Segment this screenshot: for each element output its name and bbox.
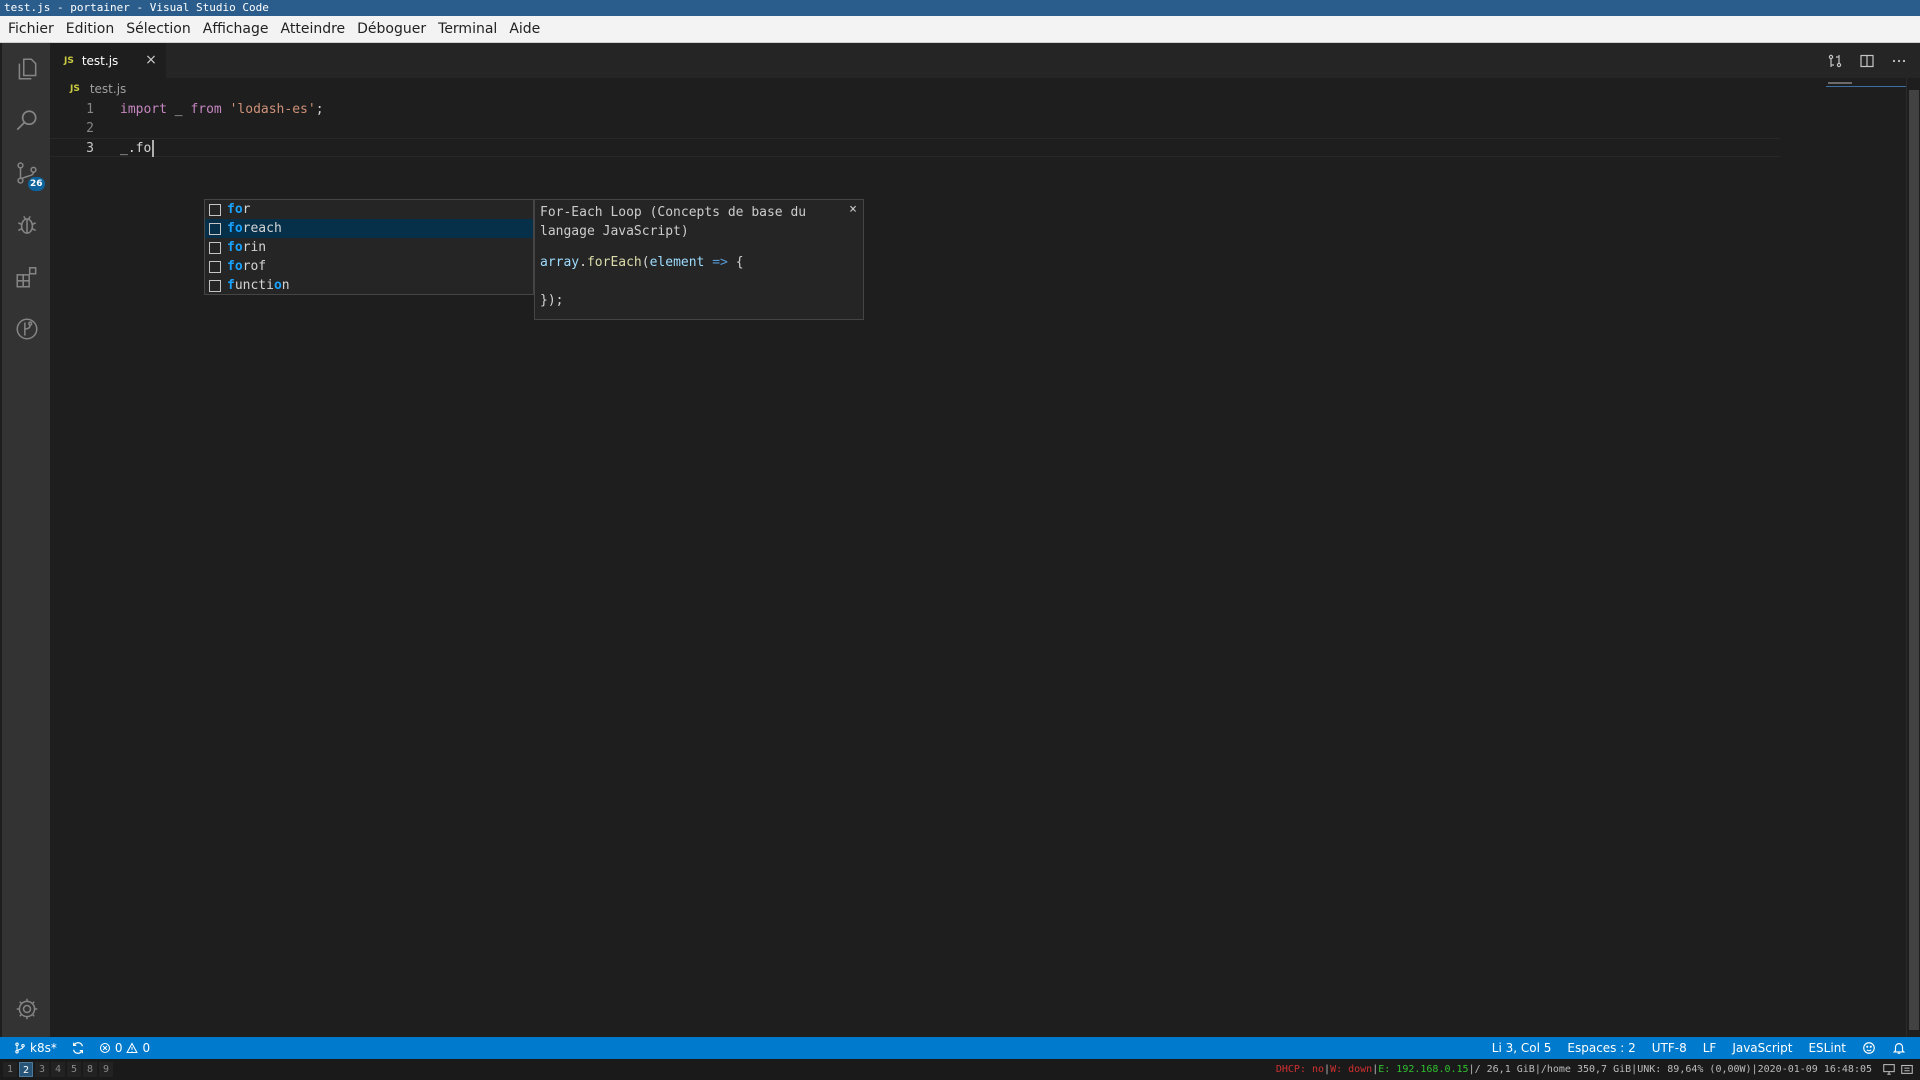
line-number: 3 bbox=[86, 141, 94, 156]
scm-badge: 26 bbox=[28, 177, 45, 191]
menu-deboguer[interactable]: Déboguer bbox=[351, 16, 432, 43]
branch-icon bbox=[15, 1042, 25, 1054]
sync-icon[interactable] bbox=[71, 1041, 85, 1055]
workspace-8[interactable]: 8 bbox=[83, 1062, 97, 1077]
feedback-icon[interactable] bbox=[1862, 1041, 1876, 1055]
indentation[interactable]: Espaces : 2 bbox=[1567, 1041, 1635, 1055]
suggest-widget: fo r fo reach fo rin fo rof f uncti o n bbox=[204, 199, 534, 295]
suggest-details: × For-Each Loop (Concepts de base du lan… bbox=[534, 199, 864, 320]
close-icon[interactable]: × bbox=[849, 202, 857, 217]
debug-icon[interactable] bbox=[2, 201, 52, 249]
disk-home: /home 350,7 GiB bbox=[1540, 1064, 1632, 1075]
system-tray bbox=[1882, 1062, 1914, 1076]
close-icon[interactable]: × bbox=[144, 53, 158, 67]
code-line: 2 bbox=[50, 119, 1780, 138]
breadcrumb-file[interactable]: test.js bbox=[90, 82, 126, 96]
i3-bar: 1 2 3 4 5 8 9 DHCP: no|W: down|E: 192.16… bbox=[0, 1059, 1920, 1080]
editor-area: JS test.js × JS test.js 1 import _ from … bbox=[50, 43, 1920, 1037]
search-icon[interactable] bbox=[2, 97, 52, 145]
details-title: For-Each Loop (Concepts de base du langa… bbox=[540, 205, 807, 239]
status-bar: k8s* 0 0 Li 3, Col 5 Espaces : 2 UTF-8 L… bbox=[0, 1037, 1920, 1059]
git-branch[interactable]: k8s* bbox=[14, 1041, 57, 1055]
javascript-file-icon: JS bbox=[70, 84, 80, 94]
activity-bar: 26 bbox=[0, 43, 50, 1037]
workspace-5[interactable]: 5 bbox=[67, 1062, 81, 1077]
window-title: test.js - portainer - Visual Studio Code bbox=[0, 0, 1920, 16]
notifications-bell-icon[interactable] bbox=[1892, 1041, 1906, 1055]
breadcrumb: JS test.js bbox=[50, 78, 1920, 100]
snippet-icon bbox=[209, 203, 221, 216]
menu-terminal[interactable]: Terminal bbox=[432, 16, 503, 43]
menu-edition[interactable]: Edition bbox=[60, 16, 120, 43]
workspace-2-active[interactable]: 2 bbox=[19, 1062, 33, 1077]
line-text: import _ from 'lodash-es'; bbox=[120, 102, 324, 117]
menu-atteindre[interactable]: Atteindre bbox=[275, 16, 352, 43]
menu-aide[interactable]: Aide bbox=[503, 16, 546, 43]
wifi-status: W: down bbox=[1330, 1064, 1373, 1075]
problems-indicator[interactable]: 0 0 bbox=[99, 1041, 150, 1055]
workspace-list: 1 2 3 4 5 8 9 bbox=[3, 1062, 113, 1077]
snippet-icon bbox=[209, 222, 221, 235]
line-number: 2 bbox=[86, 121, 94, 136]
cursor-position[interactable]: Li 3, Col 5 bbox=[1492, 1041, 1552, 1055]
code-line: 1 import _ from 'lodash-es'; bbox=[50, 100, 1780, 119]
suggestion-for[interactable]: fo r bbox=[205, 200, 533, 219]
network-tray-icon[interactable] bbox=[1882, 1062, 1896, 1076]
tab-label: test.js bbox=[81, 53, 119, 68]
tab-test-js[interactable]: JS test.js × bbox=[50, 43, 166, 78]
warning-count: 0 bbox=[142, 1041, 151, 1055]
split-editor-icon[interactable] bbox=[1856, 51, 1878, 71]
javascript-file-icon: JS bbox=[64, 55, 74, 66]
suggestion-forof[interactable]: fo rof bbox=[205, 257, 533, 276]
suggestion-function[interactable]: f uncti o n bbox=[205, 276, 533, 295]
error-icon bbox=[99, 1042, 110, 1054]
snippet-icon bbox=[209, 241, 221, 254]
explorer-icon[interactable] bbox=[2, 45, 52, 93]
eslint-status[interactable]: ESLint bbox=[1808, 1041, 1846, 1055]
gitlens-icon[interactable] bbox=[2, 305, 52, 353]
menu-affichage[interactable]: Affichage bbox=[197, 16, 275, 43]
menu-selection[interactable]: Sélection bbox=[120, 16, 197, 43]
dhcp-status: DHCP: no bbox=[1275, 1064, 1325, 1075]
language-mode[interactable]: JavaScript bbox=[1732, 1041, 1792, 1055]
end-of-line[interactable]: LF bbox=[1703, 1041, 1717, 1055]
open-changes-icon[interactable] bbox=[1824, 51, 1846, 71]
workspace-4[interactable]: 4 bbox=[51, 1062, 65, 1077]
volume-tray-icon[interactable] bbox=[1900, 1062, 1914, 1076]
code-editor[interactable]: 1 import _ from 'lodash-es'; 2 3 _.fo bbox=[50, 100, 1780, 157]
suggestion-foreach[interactable]: fo reach bbox=[205, 219, 533, 238]
gear-icon[interactable] bbox=[2, 985, 52, 1033]
text-cursor bbox=[152, 140, 155, 157]
branch-name: k8s* bbox=[30, 1041, 57, 1055]
scrollbar-thumb[interactable] bbox=[1909, 90, 1919, 1030]
encoding[interactable]: UTF-8 bbox=[1652, 1041, 1687, 1055]
extensions-icon[interactable] bbox=[2, 253, 52, 301]
snippet-icon bbox=[209, 260, 221, 273]
workspace-3[interactable]: 3 bbox=[35, 1062, 49, 1077]
editor-actions bbox=[1824, 51, 1910, 71]
clock: 2020-01-09 16:48:05 bbox=[1757, 1064, 1872, 1075]
system-status: DHCP: no|W: down|E: 192.168.0.15|/ 26,1 … bbox=[1275, 1064, 1872, 1075]
snippet-icon bbox=[209, 279, 221, 292]
disk-root: / 26,1 GiB bbox=[1474, 1064, 1535, 1075]
workspace-9[interactable]: 9 bbox=[99, 1062, 113, 1077]
menu-fichier[interactable]: Fichier bbox=[2, 16, 60, 43]
more-actions-icon[interactable] bbox=[1888, 51, 1910, 71]
source-control-icon[interactable]: 26 bbox=[2, 149, 52, 197]
line-text: _.fo bbox=[120, 139, 155, 158]
suggestion-forin[interactable]: fo rin bbox=[205, 238, 533, 257]
tab-bar: JS test.js × bbox=[50, 43, 1920, 78]
minimap[interactable] bbox=[1826, 81, 1906, 87]
workspace-1[interactable]: 1 bbox=[3, 1062, 17, 1077]
error-count: 0 bbox=[114, 1041, 123, 1055]
vertical-scrollbar[interactable] bbox=[1906, 78, 1920, 1037]
warning-icon bbox=[126, 1042, 139, 1054]
menu-bar: Fichier Edition Sélection Affichage Atte… bbox=[0, 16, 1920, 43]
battery-status: UNK: 89,64% (0,00W) bbox=[1637, 1064, 1752, 1075]
details-code: array.forEach(element => { }); bbox=[540, 255, 744, 308]
line-number: 1 bbox=[86, 102, 94, 117]
ethernet-status: E: 192.168.0.15 bbox=[1378, 1064, 1469, 1075]
code-line-current: 3 _.fo bbox=[50, 138, 1780, 157]
